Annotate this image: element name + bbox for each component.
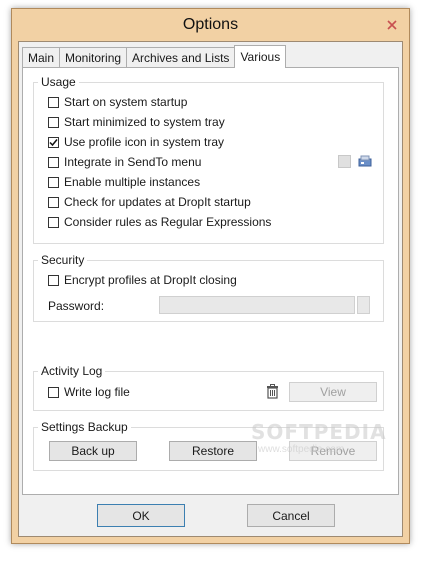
drive-icon[interactable] (358, 154, 372, 168)
close-button[interactable] (381, 15, 403, 34)
sendto-icon-box[interactable] (338, 155, 351, 168)
tab-page-various: Usage Start on system startup Start mini… (22, 67, 399, 495)
softpedia-watermark: SOFTPEDIA (251, 420, 387, 444)
start-minimized-label: Start minimized to system tray (64, 115, 225, 129)
use-profile-icon-label: Use profile icon in system tray (64, 135, 225, 149)
restore-button[interactable]: Restore (169, 441, 257, 461)
password-field[interactable] (159, 296, 355, 314)
tab-strip: Main Monitoring Archives and Lists Vario… (22, 45, 287, 68)
multiple-instances-label: Enable multiple instances (64, 175, 201, 189)
start-minimized-option[interactable]: Start minimized to system tray (48, 114, 225, 130)
regular-expressions-label: Consider rules as Regular Expressions (64, 215, 272, 229)
use-profile-icon-checkbox[interactable] (48, 136, 59, 148)
security-group: Security Encrypt profiles at DropIt clos… (33, 253, 384, 322)
use-profile-icon-option[interactable]: Use profile icon in system tray (48, 134, 224, 150)
ok-button[interactable]: OK (97, 504, 185, 527)
activity-log-group: Activity Log Write log file View (33, 364, 384, 411)
view-log-button[interactable]: View (289, 382, 377, 402)
tab-monitoring[interactable]: Monitoring (59, 47, 128, 68)
tab-main[interactable]: Main (22, 47, 61, 68)
check-updates-option[interactable]: Check for updates at DropIt startup (48, 194, 251, 210)
usage-group: Usage Start on system startup Start mini… (33, 75, 384, 244)
back-up-button[interactable]: Back up (49, 441, 137, 461)
encrypt-profiles-option[interactable]: Encrypt profiles at DropIt closing (48, 272, 237, 288)
tab-archives-and-lists[interactable]: Archives and Lists (126, 47, 236, 68)
options-window: Options Main Monitoring Archives and Lis… (11, 8, 410, 544)
check-updates-checkbox[interactable] (48, 196, 59, 208)
encrypt-profiles-checkbox[interactable] (48, 274, 59, 286)
dialog-client: Main Monitoring Archives and Lists Vario… (18, 41, 403, 537)
integrate-sendto-label: Integrate in SendTo menu (64, 155, 202, 169)
regular-expressions-checkbox[interactable] (48, 216, 59, 228)
security-group-title: Security (38, 253, 88, 267)
start-on-startup-label: Start on system startup (64, 95, 188, 109)
regular-expressions-option[interactable]: Consider rules as Regular Expressions (48, 214, 271, 230)
password-reveal-button[interactable] (357, 296, 370, 314)
settings-backup-group-title: Settings Backup (38, 420, 131, 434)
trash-icon[interactable] (265, 383, 279, 399)
usage-group-title: Usage (38, 75, 79, 89)
check-updates-label: Check for updates at DropIt startup (64, 195, 251, 209)
window-title: Options (182, 16, 239, 33)
write-log-label: Write log file (64, 385, 130, 399)
write-log-option[interactable]: Write log file (48, 384, 130, 400)
cancel-button[interactable]: Cancel (247, 504, 335, 527)
start-minimized-checkbox[interactable] (48, 116, 59, 128)
encrypt-profiles-label: Encrypt profiles at DropIt closing (64, 273, 237, 287)
close-icon (387, 19, 397, 30)
checkmark-icon (49, 138, 58, 146)
softpedia-watermark-url: www.softpedia.com (258, 444, 345, 455)
activity-log-group-title: Activity Log (38, 364, 106, 378)
integrate-sendto-checkbox[interactable] (48, 156, 59, 168)
tab-various[interactable]: Various (234, 45, 287, 68)
multiple-instances-option[interactable]: Enable multiple instances (48, 174, 200, 190)
multiple-instances-checkbox[interactable] (48, 176, 59, 188)
integrate-sendto-option[interactable]: Integrate in SendTo menu (48, 154, 201, 170)
write-log-checkbox[interactable] (48, 386, 59, 398)
start-on-startup-checkbox[interactable] (48, 96, 59, 108)
password-label: Password: (48, 299, 105, 313)
start-on-startup-option[interactable]: Start on system startup (48, 94, 187, 110)
